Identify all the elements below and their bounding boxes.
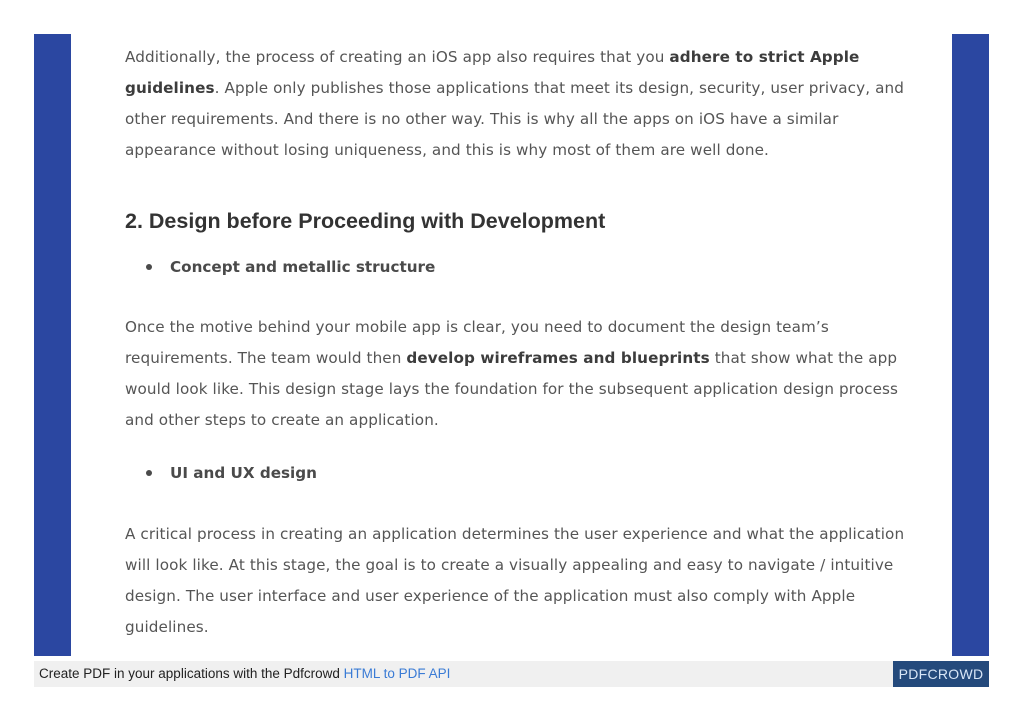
paragraph-text: Additionally, the process of creating an… bbox=[125, 48, 670, 66]
pdfcrowd-logo[interactable]: PDFCROWD bbox=[893, 661, 989, 687]
bullet-dot-icon bbox=[146, 469, 152, 476]
paragraph-apple-guidelines: Additionally, the process of creating an… bbox=[125, 42, 915, 166]
footer-api-link[interactable]: HTML to PDF API bbox=[344, 666, 451, 681]
left-side-bar bbox=[34, 34, 71, 656]
paragraph-text: . Apple only publishes those application… bbox=[125, 79, 904, 159]
paragraph-user-experience: A critical process in creating an applic… bbox=[125, 525, 905, 636]
bullet-label: UI and UX design bbox=[170, 464, 317, 482]
footer-caption: Create PDF in your applications with the… bbox=[39, 666, 344, 681]
right-side-bar bbox=[952, 34, 989, 656]
paragraph-bold-text: develop wireframes and blueprints bbox=[406, 349, 710, 367]
bullet-item-ui-ux: UI and UX design bbox=[146, 464, 317, 482]
section-heading: 2. Design before Proceeding with Develop… bbox=[125, 209, 606, 233]
bullet-dot-icon bbox=[146, 263, 152, 270]
paragraph-design-team: Once the motive behind your mobile app i… bbox=[125, 312, 915, 436]
pdf-footer: Create PDF in your applications with the… bbox=[34, 661, 989, 687]
bullet-label: Concept and metallic structure bbox=[170, 258, 436, 276]
bullet-item-concept: Concept and metallic structure bbox=[146, 258, 435, 276]
footer-text: Create PDF in your applications with the… bbox=[39, 666, 450, 681]
